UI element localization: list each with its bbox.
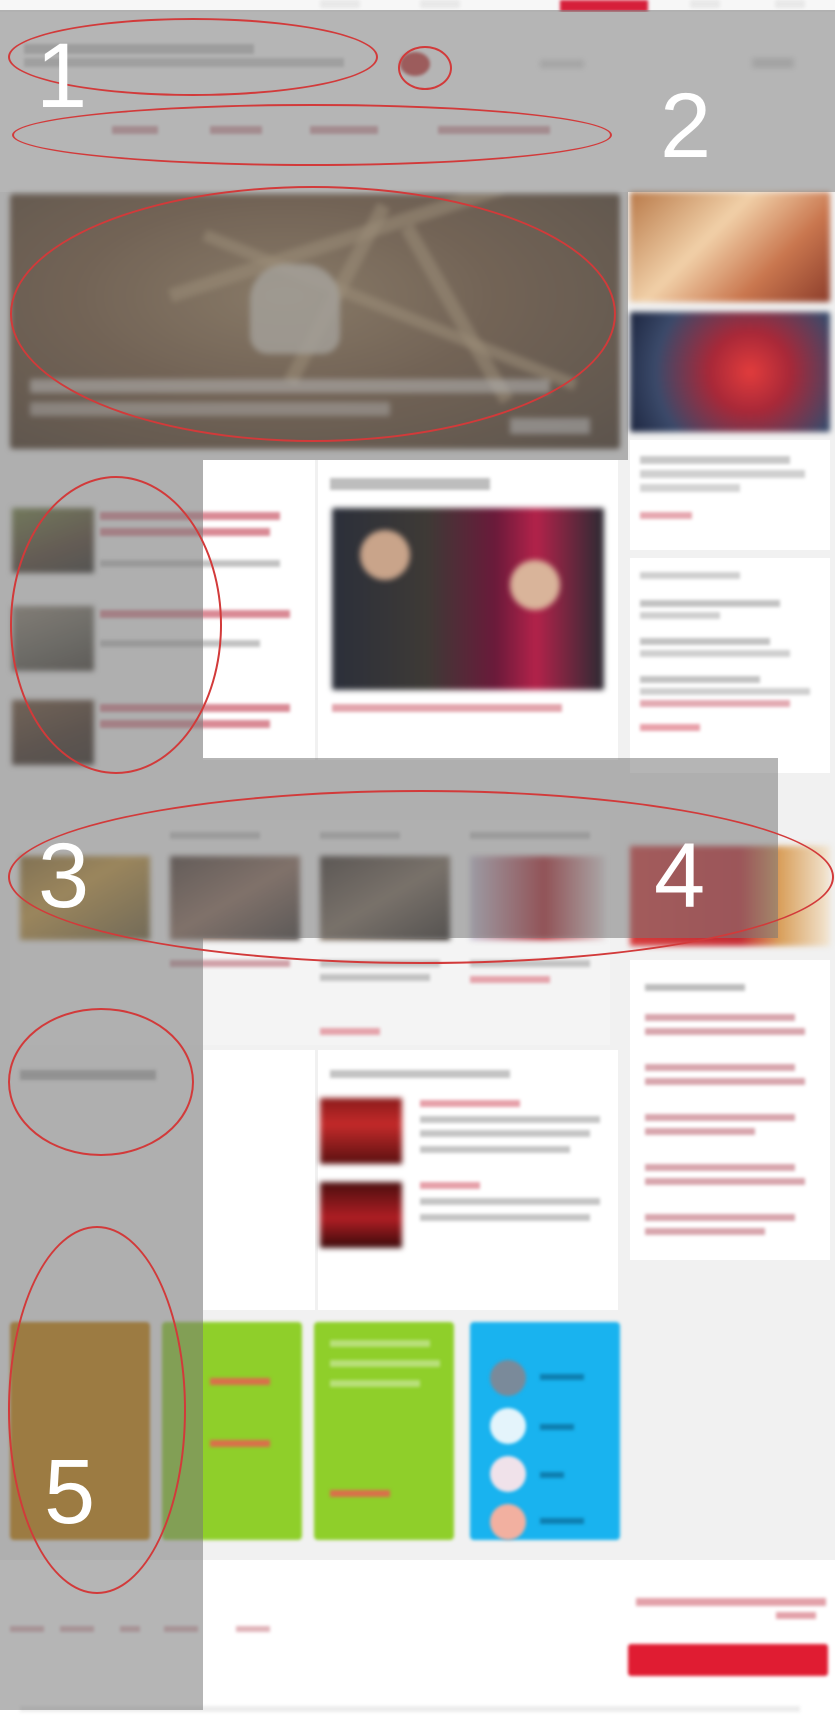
list-item[interactable]	[640, 600, 780, 607]
right-link[interactable]	[645, 1164, 795, 1171]
right-link[interactable]	[645, 1178, 805, 1185]
top-link[interactable]	[690, 0, 720, 8]
annotation-number-2: 2	[660, 75, 712, 177]
left-widget-visible-part	[203, 1050, 315, 1310]
annotation-number-1: 1	[36, 25, 88, 127]
twitter-icon[interactable]	[490, 1408, 526, 1444]
broadcast-thumb[interactable]	[320, 1098, 402, 1164]
tile-text	[330, 1380, 420, 1387]
list-item[interactable]	[640, 688, 810, 695]
annotation-number-3: 3	[38, 825, 90, 927]
text-line	[640, 456, 790, 464]
broadcast-text	[420, 1214, 590, 1221]
right-link[interactable]	[645, 1028, 805, 1035]
right-link[interactable]	[645, 1064, 795, 1071]
tile-link[interactable]	[210, 1440, 270, 1447]
broadcast-title[interactable]	[420, 1100, 520, 1107]
right-links-heading	[645, 984, 745, 991]
text-line	[640, 484, 740, 492]
broadcast-thumb[interactable]	[320, 1182, 402, 1248]
person-head-shape	[510, 560, 560, 610]
right-link[interactable]	[645, 1128, 755, 1135]
broadcast-text	[420, 1146, 570, 1153]
right-link[interactable]	[645, 1114, 795, 1121]
list-item[interactable]	[640, 638, 770, 645]
social-avatar-icon[interactable]	[490, 1360, 526, 1396]
tile-link[interactable]	[210, 1378, 270, 1385]
annotation-number-4: 4	[654, 825, 706, 927]
broadcast-text	[420, 1198, 600, 1205]
tile-green[interactable]	[314, 1322, 454, 1540]
tile-text	[330, 1360, 440, 1367]
annotation-ring-widget	[8, 1008, 194, 1156]
top-link[interactable]	[320, 0, 360, 8]
broadcast-text	[420, 1116, 600, 1123]
tile-link[interactable]	[330, 1490, 390, 1497]
story-text	[320, 974, 430, 981]
footer-link[interactable]	[236, 1626, 270, 1632]
annotation-ring-row	[8, 790, 834, 964]
right-list-card	[630, 558, 830, 773]
tile-text	[330, 1340, 430, 1347]
annotation-ring-logo	[398, 46, 452, 90]
right-link[interactable]	[645, 1014, 795, 1021]
footer-promo-link[interactable]	[636, 1598, 826, 1606]
annotation-ring-hero	[10, 186, 616, 442]
social-label[interactable]	[540, 1374, 584, 1380]
social-label[interactable]	[540, 1424, 574, 1430]
footer-red-button[interactable]	[628, 1644, 828, 1676]
social-label[interactable]	[540, 1518, 584, 1524]
featured-video-heading	[330, 478, 490, 490]
top-link[interactable]	[420, 0, 460, 8]
list-item[interactable]	[640, 650, 790, 657]
broadcast-text	[420, 1130, 590, 1137]
list-link[interactable]	[640, 724, 700, 731]
social-avatar-icon[interactable]	[490, 1456, 526, 1492]
annotation-ring-5	[8, 1226, 186, 1594]
social-label[interactable]	[540, 1472, 564, 1478]
video-caption-link[interactable]	[332, 704, 562, 712]
broadcast-card	[318, 1050, 618, 1310]
right-link[interactable]	[645, 1214, 795, 1221]
annotation-ring-news	[10, 476, 222, 774]
right-link[interactable]	[645, 1228, 765, 1235]
right-thumb-image[interactable]	[630, 192, 830, 302]
right-thumb-image[interactable]	[630, 312, 830, 432]
annotation-number-5: 5	[44, 1441, 96, 1543]
right-link[interactable]	[645, 1078, 805, 1085]
story-link[interactable]	[470, 976, 550, 983]
list-link[interactable]	[640, 700, 790, 707]
annotation-ring-nav	[12, 104, 612, 166]
text-line	[640, 470, 805, 478]
list-item[interactable]	[640, 612, 720, 619]
footer-promo-link[interactable]	[776, 1612, 816, 1619]
list-heading	[640, 572, 740, 579]
story-link[interactable]	[320, 1028, 380, 1035]
read-more-link[interactable]	[640, 512, 692, 519]
list-item[interactable]	[640, 676, 760, 683]
broadcast-heading	[330, 1070, 510, 1078]
social-avatar-icon[interactable]	[490, 1504, 526, 1540]
broadcast-title[interactable]	[420, 1182, 480, 1189]
person-head-shape	[360, 530, 410, 580]
top-link[interactable]	[775, 0, 805, 8]
